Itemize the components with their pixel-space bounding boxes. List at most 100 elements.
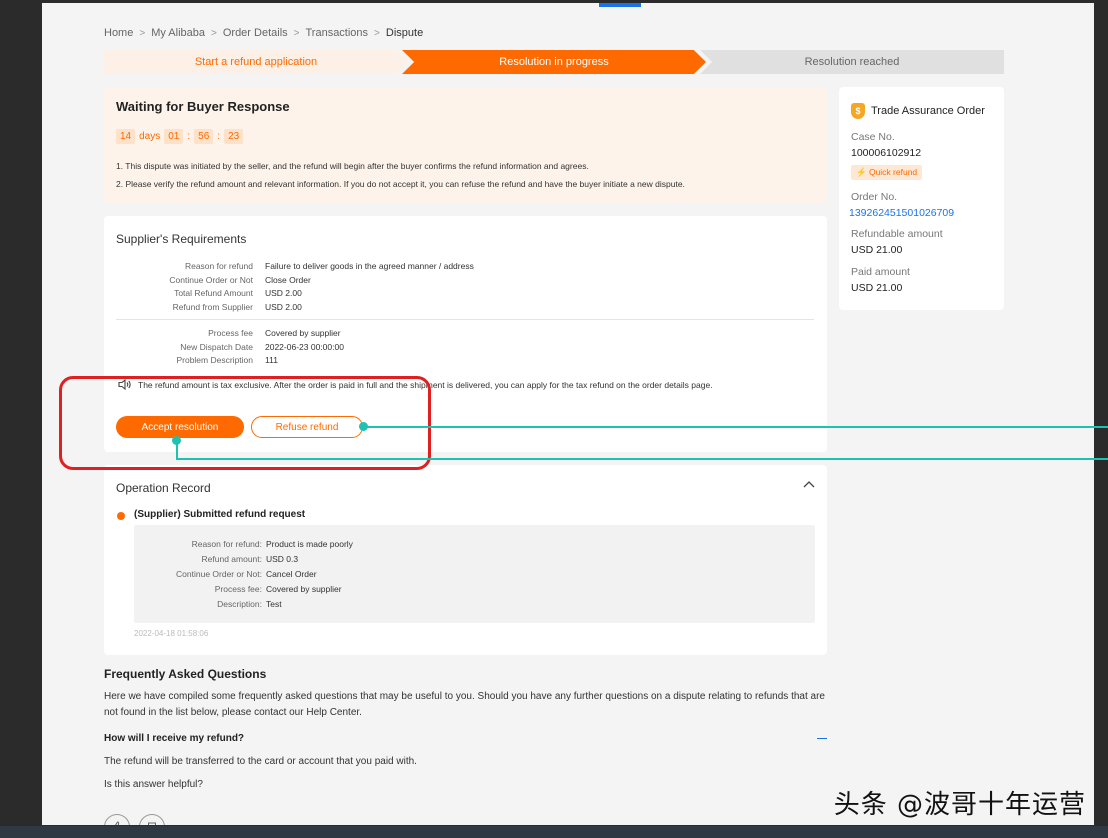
requirements-group-2: Process fee Covered by supplier New Dispa… — [104, 328, 344, 365]
requirement-value: 111 — [265, 355, 278, 365]
step-resolution-in-progress: Resolution in progress — [402, 50, 706, 74]
annotation-pointer-line — [364, 426, 1108, 428]
operation-key: Reason for refund: — [191, 539, 262, 549]
requirement-key: Process fee — [208, 328, 253, 338]
breadcrumb-order-details[interactable]: Order Details — [223, 27, 288, 39]
trade-assurance-panel: $ Trade Assurance Order Case No. 1000061… — [839, 87, 1004, 310]
requirement-key: Problem Description — [176, 355, 253, 365]
requirements-group-1: Reason for refund Failure to deliver good… — [104, 261, 474, 312]
operation-row: Refund amount: USD 0.3 — [134, 554, 353, 564]
faq-intro: Here we have compiled some frequently as… — [104, 691, 825, 718]
operation-key: Refund amount: — [201, 554, 262, 564]
thumbs-up-icon[interactable] — [104, 814, 130, 825]
faq-question[interactable]: How will I receive my refund? — — [104, 733, 829, 744]
countdown-timer: 14 days 01 : 56 : 23 — [116, 129, 244, 144]
paid-amount-label: Paid amount — [851, 266, 910, 278]
requirement-key: Reason for refund — [184, 261, 253, 271]
operation-value: Test — [266, 599, 282, 609]
waiting-title: Waiting for Buyer Response — [116, 99, 290, 114]
step-start-refund: Start a refund application — [104, 50, 408, 74]
faq-answer: The refund will be transferred to the ca… — [104, 756, 417, 767]
annotation-pointer-dot — [172, 436, 181, 445]
requirement-key: Total Refund Amount — [174, 288, 253, 298]
breadcrumb-separator: > — [293, 27, 300, 39]
operation-value: Product is made poorly — [266, 539, 353, 549]
quick-refund-badge: ⚡ Quick refund — [851, 165, 923, 180]
requirement-value: Close Order — [265, 274, 311, 285]
operation-detail-list: Reason for refund: Product is made poorly… — [134, 539, 353, 609]
waiting-note-1: 1. This dispute was initiated by the sel… — [116, 161, 589, 171]
step-resolution-reached: Resolution reached — [700, 50, 1004, 74]
requirement-row: Reason for refund Failure to deliver good… — [104, 261, 474, 271]
chevron-up-icon[interactable] — [803, 477, 815, 491]
requirement-value: 2022-06-23 00:00:00 — [265, 341, 344, 352]
thumbs-down-icon[interactable] — [139, 814, 165, 825]
refundable-amount-label: Refundable amount — [851, 228, 943, 240]
breadcrumb-separator: > — [139, 27, 146, 39]
breadcrumb-separator: > — [211, 27, 217, 39]
waiting-panel: Waiting for Buyer Response 14 days 01 : … — [104, 87, 827, 203]
shield-icon: $ — [851, 103, 865, 119]
bottom-strip — [0, 826, 1108, 838]
annotation-pointer-line — [176, 458, 1108, 460]
breadcrumb-transactions[interactable]: Transactions — [305, 27, 368, 39]
operation-row: Description: Test — [134, 599, 353, 609]
timeline-dot — [117, 512, 125, 520]
countdown-seconds: 23 — [224, 129, 244, 144]
watermark: 头条 @波哥十年运营 — [833, 790, 1086, 820]
requirement-value: USD 2.00 — [265, 301, 302, 312]
requirements-title: Supplier's Requirements — [116, 232, 247, 246]
divider — [116, 319, 814, 320]
quick-refund-label: Quick refund — [868, 167, 918, 177]
breadcrumb-dispute: Dispute — [385, 27, 424, 39]
annotation-highlight-box — [59, 376, 431, 470]
annotation-pointer-dot — [359, 422, 368, 431]
requirement-value: Covered by supplier — [265, 328, 341, 338]
operation-details: Reason for refund: Product is made poorly… — [134, 525, 815, 623]
paid-amount-value: USD 21.00 — [851, 282, 903, 294]
operation-key: Process fee: — [214, 584, 262, 594]
breadcrumb: Home > My Alibaba > Order Details > Tran… — [104, 27, 423, 39]
faq-title: Frequently Asked Questions — [104, 667, 267, 681]
breadcrumb-my-alibaba[interactable]: My Alibaba — [151, 27, 205, 39]
collapse-icon[interactable]: — — [817, 733, 827, 744]
operation-row: Continue Order or Not: Cancel Order — [134, 569, 353, 579]
faq-question-text: How will I receive my refund? — [104, 733, 245, 744]
refundable-amount-value: USD 21.00 — [851, 244, 903, 256]
order-number-link[interactable]: 139262451501026709 — [849, 207, 954, 219]
operation-key: Continue Order or Not: — [176, 569, 262, 579]
progress-steps: Start a refund application Resolution in… — [104, 50, 1004, 74]
operation-value: Covered by supplier — [266, 584, 342, 594]
operation-timestamp: 2022-04-18 01:58:06 — [134, 629, 209, 638]
requirement-row: Continue Order or Not Close Order — [104, 275, 474, 285]
operation-row: Process fee: Covered by supplier — [134, 584, 353, 594]
countdown-separator: : — [217, 131, 221, 142]
trade-assurance-title: Trade Assurance Order — [871, 105, 985, 117]
operation-record-title: Operation Record — [116, 481, 211, 495]
requirement-value: USD 2.00 — [265, 288, 302, 298]
requirement-key: New Dispatch Date — [180, 341, 253, 352]
order-number-label: Order No. — [851, 191, 898, 203]
requirement-row: Process fee Covered by supplier — [104, 328, 344, 338]
requirement-row: Problem Description 111 — [104, 355, 344, 365]
trade-assurance-header: $ Trade Assurance Order — [851, 103, 985, 119]
requirement-key: Refund from Supplier — [172, 301, 253, 312]
faq-section: Frequently Asked Questions Here we have … — [104, 667, 829, 790]
requirement-row: Refund from Supplier USD 2.00 — [104, 302, 474, 312]
operation-record-panel: Operation Record (Supplier) Submitted re… — [104, 465, 827, 655]
operation-row: Reason for refund: Product is made poorly — [134, 539, 353, 549]
operation-value: Cancel Order — [266, 569, 317, 579]
countdown-hours: 01 — [164, 129, 184, 144]
case-number-value: 100006102912 — [851, 147, 922, 159]
operation-key: Description: — [217, 599, 262, 609]
requirement-row: New Dispatch Date 2022-06-23 00:00:00 — [104, 342, 344, 352]
countdown-days: 14 — [116, 129, 136, 144]
breadcrumb-home[interactable]: Home — [104, 27, 133, 39]
countdown-separator: : — [187, 131, 191, 142]
faq-helpful-prompt: Is this answer helpful? — [104, 779, 203, 790]
requirement-key: Continue Order or Not — [169, 274, 253, 285]
requirement-row: Total Refund Amount USD 2.00 — [104, 288, 474, 298]
case-number-label: Case No. — [851, 131, 895, 143]
countdown-days-label: days — [139, 131, 161, 142]
countdown-minutes: 56 — [194, 129, 214, 144]
